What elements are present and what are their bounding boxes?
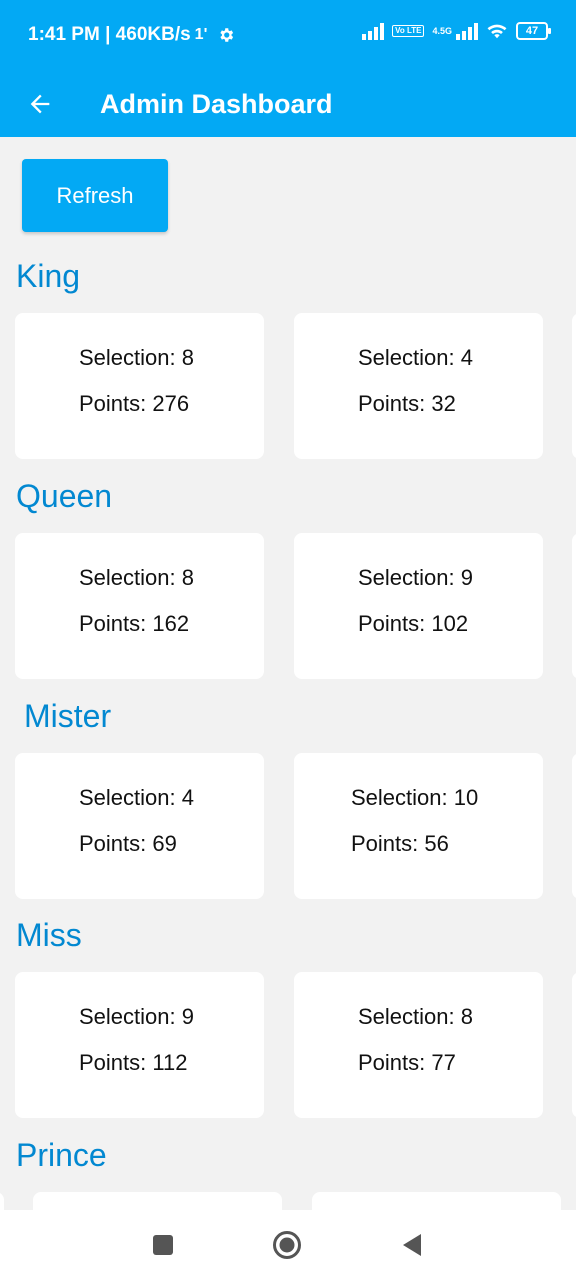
network-type: 4.5G	[432, 26, 452, 36]
nav-recents-button[interactable]	[148, 1230, 178, 1260]
page-title: Admin Dashboard	[100, 89, 333, 119]
card-selection: Selection: 4	[358, 345, 473, 370]
card-points: Points: 112	[79, 1050, 188, 1075]
card-peek-next	[572, 533, 576, 679]
nav-home-button[interactable]	[272, 1230, 302, 1260]
card-selection: Selection: 4	[79, 785, 194, 810]
section-title-prince: Prince	[16, 1137, 107, 1173]
stat-card: Selection: 10 Points: 56	[294, 753, 543, 899]
stat-card: Selection: 9 Points: 112	[15, 972, 264, 1118]
card-peek-prev	[0, 1192, 4, 1210]
system-nav-bar	[0, 1210, 576, 1280]
section-row-queen[interactable]: Selection: 8 Points: 162 Selection: 9 Po…	[0, 533, 576, 681]
card-points: Points: 32	[358, 391, 456, 416]
card-peek-next	[572, 753, 576, 899]
battery-icon: 47	[516, 22, 551, 40]
card-selection: Selection: 9	[79, 1004, 194, 1029]
arrow-left-icon	[30, 94, 50, 114]
signal-icon	[362, 22, 385, 40]
status-bar: 1:41 PM | 460KB/s 1' Vo LTE 4.5G 47	[0, 0, 576, 72]
card-peek-next	[572, 313, 576, 459]
card-points: Points: 162	[79, 611, 190, 636]
card-peek-next	[572, 972, 576, 1118]
circle-icon	[273, 1231, 301, 1259]
nav-back-button[interactable]	[396, 1230, 426, 1260]
section-row-prince[interactable]	[0, 1192, 576, 1210]
wifi-icon	[486, 22, 508, 40]
status-left: 1:41 PM | 460KB/s 1'	[28, 24, 235, 46]
stat-card	[312, 1192, 561, 1210]
card-selection: Selection: 9	[358, 565, 473, 590]
card-selection: Selection: 8	[79, 565, 194, 590]
refresh-button[interactable]: Refresh	[22, 159, 168, 232]
section-row-miss[interactable]: Selection: 9 Points: 112 Selection: 8 Po…	[0, 972, 576, 1120]
card-points: Points: 77	[358, 1050, 456, 1075]
section-title-king: King	[16, 258, 81, 294]
status-alert-glyph: 1'	[194, 26, 208, 43]
stat-card: Selection: 4 Points: 69	[15, 753, 264, 899]
signal-icon-2	[456, 22, 478, 40]
volte-badge: Vo LTE	[392, 25, 425, 37]
stat-card	[33, 1192, 282, 1210]
triangle-back-icon	[403, 1234, 421, 1256]
gear-icon	[217, 26, 235, 44]
card-points: Points: 276	[79, 391, 190, 416]
card-selection: Selection: 8	[358, 1004, 473, 1029]
status-time-speed: 1:41 PM | 460KB/s	[28, 24, 191, 45]
stat-card: Selection: 9 Points: 102	[294, 533, 543, 679]
section-row-mister[interactable]: Selection: 4 Points: 69 Selection: 10 Po…	[0, 753, 576, 901]
card-points: Points: 56	[351, 831, 449, 856]
section-title-miss: Miss	[16, 917, 82, 953]
stat-card: Selection: 4 Points: 32	[294, 313, 543, 459]
section-title-queen: Queen	[16, 478, 113, 514]
stat-card: Selection: 8 Points: 162	[15, 533, 264, 679]
status-right: Vo LTE 4.5G 47	[362, 22, 551, 40]
back-button[interactable]	[22, 82, 58, 126]
card-points: Points: 102	[358, 611, 469, 636]
stat-card: Selection: 8 Points: 276	[15, 313, 264, 459]
app-bar: Admin Dashboard	[0, 72, 576, 137]
card-selection: Selection: 8	[79, 345, 194, 370]
battery-level: 47	[525, 25, 539, 37]
section-title-mister: Mister	[24, 698, 112, 734]
card-selection: Selection: 10	[351, 785, 479, 810]
stat-card: Selection: 8 Points: 77	[294, 972, 543, 1118]
square-icon	[153, 1235, 173, 1255]
card-points: Points: 69	[79, 831, 177, 856]
section-row-king[interactable]: Selection: 8 Points: 276 Selection: 4 Po…	[0, 313, 576, 461]
